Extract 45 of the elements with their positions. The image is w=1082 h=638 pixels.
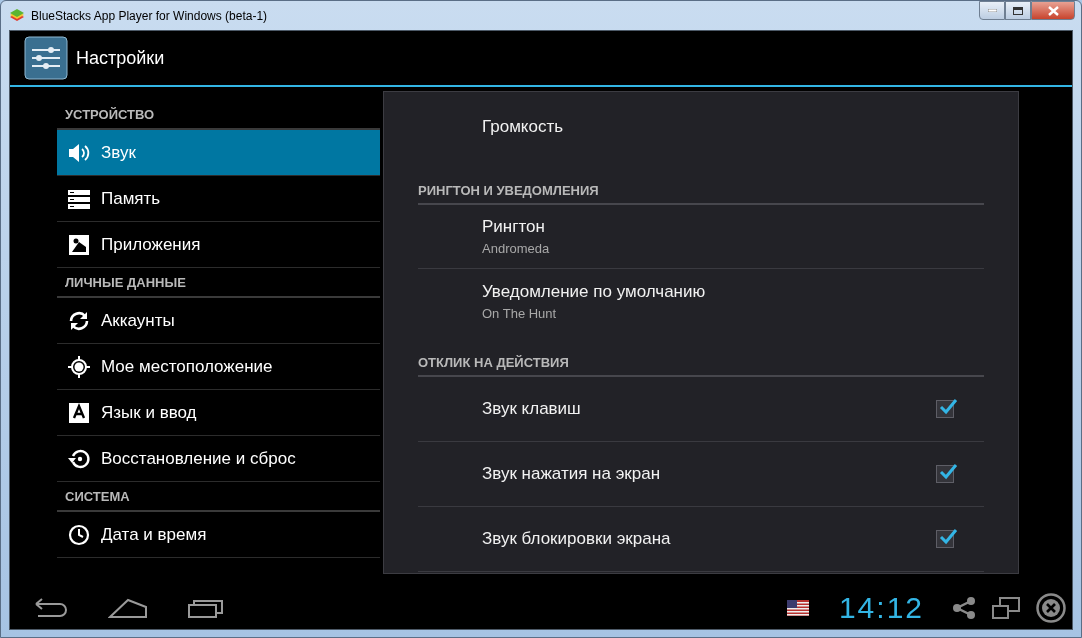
share-icon[interactable] (952, 596, 976, 620)
minimize-button[interactable] (979, 1, 1005, 20)
home-button[interactable] (108, 597, 148, 619)
section-header: РИНГТОН И УВЕДОМЛЕНИЯ (418, 183, 599, 198)
sidebar-item[interactable]: Дата и время (57, 512, 380, 558)
checkbox[interactable] (936, 465, 954, 483)
section-header: ОТКЛИК НА ДЕЙСТВИЯ (418, 355, 569, 370)
setting-title[interactable]: Рингтон (482, 217, 984, 237)
minimize-icon (987, 9, 997, 12)
setting-title[interactable]: Звук клавиш (482, 399, 581, 419)
window-title: BlueStacks App Player for Windows (beta-1) (31, 8, 269, 23)
sidebar-item[interactable]: Восстановление и сброс (57, 436, 380, 482)
maximize-button[interactable] (1005, 1, 1031, 20)
window-switch-icon[interactable] (992, 597, 1020, 619)
crosshair-icon (67, 354, 91, 379)
clock-time: 14:12 (838, 591, 924, 625)
section-header: УСТРОЙСТВО (64, 106, 155, 122)
recent-apps-button[interactable] (188, 598, 224, 618)
app-logo-icon (9, 8, 25, 23)
setting-summary: On The Hunt (482, 305, 558, 321)
clock-icon (67, 522, 91, 547)
checkbox[interactable] (936, 530, 954, 548)
sidebar-item[interactable]: Память (57, 176, 380, 222)
maximize-icon (1013, 6, 1023, 15)
screen-title: Настройки (76, 47, 165, 69)
settings-icon[interactable] (24, 36, 68, 80)
setting-title[interactable]: Звук блокировки экрана (482, 529, 671, 549)
section-header: СИСТЕМА (64, 488, 130, 504)
sidebar-item[interactable]: Язык и ввод (57, 390, 380, 436)
close-icon (1047, 5, 1059, 16)
sidebar-item[interactable]: Звук (57, 130, 380, 176)
setting-title[interactable]: Громкость (482, 116, 984, 137)
picture-icon (67, 232, 91, 257)
close-button[interactable] (1031, 1, 1075, 20)
setting-title[interactable]: Звук нажатия на экран (482, 464, 661, 484)
sidebar-item[interactable]: Приложения (57, 222, 380, 268)
letter-icon (67, 400, 91, 425)
sidebar-item[interactable]: Аккаунты (57, 298, 380, 344)
setting-summary: Andromeda (482, 241, 551, 256)
checkbox[interactable] (936, 400, 954, 418)
close-icon[interactable] (1036, 593, 1066, 623)
setting-title[interactable]: Уведомление по умолчанию (482, 281, 984, 302)
flag-icon (786, 600, 809, 616)
sidebar-item[interactable]: Мое местоположение (57, 344, 380, 390)
section-header: ЛИЧНЫЕ ДАННЫЕ (64, 274, 186, 290)
